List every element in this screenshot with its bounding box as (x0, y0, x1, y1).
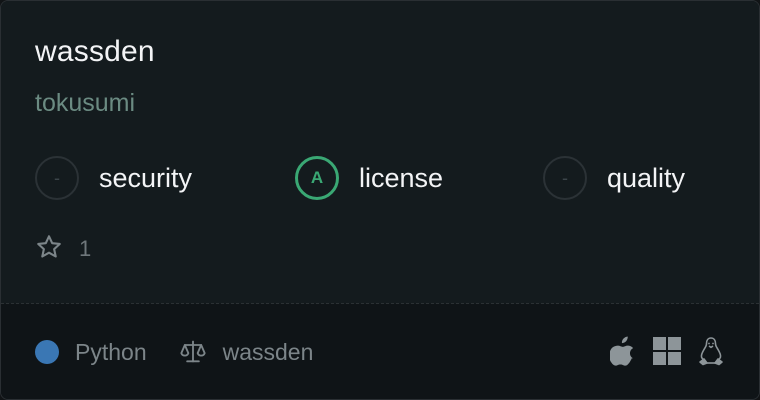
metric-quality[interactable]: - quality (543, 154, 685, 202)
repo-owner[interactable]: tokusumi (35, 89, 135, 118)
windows-icon (653, 336, 681, 366)
license-grade-badge: A (295, 156, 339, 200)
metric-license[interactable]: A license (295, 154, 443, 202)
linux-icon (697, 336, 725, 366)
repo-name[interactable]: wassden (35, 35, 155, 69)
security-label: security (99, 162, 193, 193)
apple-icon (609, 336, 637, 366)
security-grade-badge: - (35, 156, 79, 200)
license-label: license (359, 162, 444, 193)
star-count: 1 (79, 236, 92, 261)
repo-card[interactable]: wassden tokusumi - security A license - … (0, 0, 760, 400)
star-icon (35, 233, 63, 266)
quality-grade-badge: - (543, 156, 587, 200)
language-color-dot (35, 340, 59, 364)
language-name: Python (75, 338, 147, 365)
quality-label: quality (607, 162, 686, 193)
scale-icon (179, 338, 207, 366)
platform-icons (609, 335, 725, 367)
stars[interactable]: 1 (35, 234, 91, 264)
license-name: wassden (222, 338, 314, 365)
metric-security[interactable]: - security (35, 154, 192, 202)
repo-meta: Python wassden (35, 336, 313, 368)
